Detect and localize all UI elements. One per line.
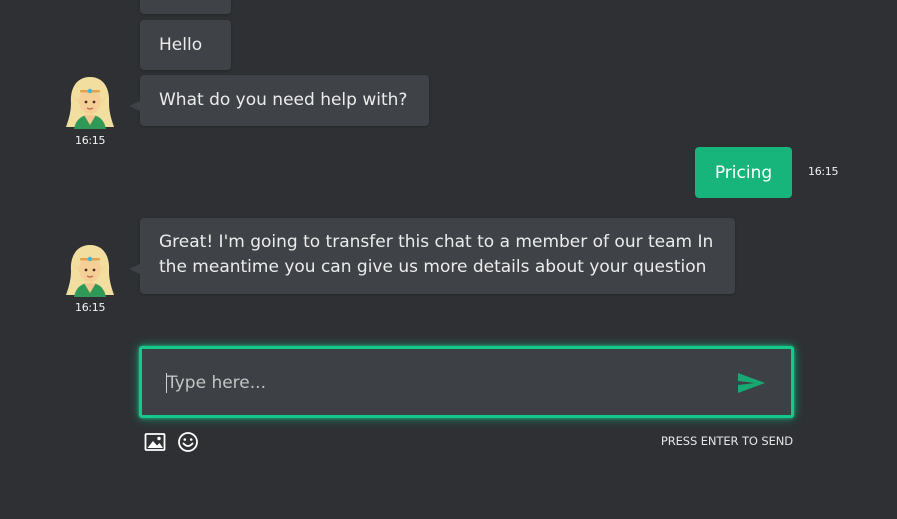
message-bubble-bot: What do you need help with? bbox=[129, 75, 429, 126]
bubble-tail bbox=[129, 264, 140, 274]
message-timestamp: 16:15 bbox=[808, 165, 839, 178]
message-timestamp: 16:15 bbox=[75, 301, 106, 314]
bubble-tail bbox=[129, 101, 140, 111]
message-text: Great! I'm going to transfer this chat t… bbox=[159, 232, 714, 277]
message-timestamp: 16:15 bbox=[75, 134, 106, 147]
chat-window: Hello What do you need help with? 16:15 … bbox=[0, 0, 897, 519]
message-text: Hello bbox=[159, 34, 203, 55]
message-text: Pricing bbox=[714, 162, 773, 183]
message-input[interactable] bbox=[167, 367, 707, 399]
smiley-icon[interactable] bbox=[177, 431, 199, 453]
message-composer bbox=[139, 346, 794, 418]
elf-avatar-icon bbox=[66, 77, 114, 129]
message-bubble-bot: Great! I'm going to transfer this chat t… bbox=[129, 218, 735, 294]
elf-avatar-icon bbox=[66, 245, 114, 297]
image-icon[interactable] bbox=[144, 432, 166, 452]
message-bubble-user: Pricing bbox=[695, 147, 792, 198]
message-text: What do you need help with? bbox=[159, 90, 408, 110]
send-hint: PRESS ENTER TO SEND bbox=[660, 434, 793, 448]
message-bubble-bot: Hello bbox=[140, 20, 231, 70]
send-icon[interactable] bbox=[735, 371, 767, 395]
message-bubble-previous bbox=[140, 0, 231, 14]
